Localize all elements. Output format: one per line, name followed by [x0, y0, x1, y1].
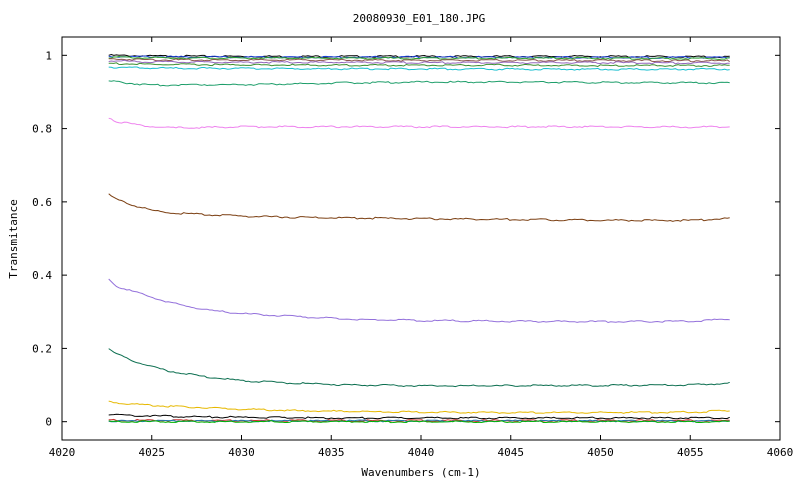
- y-tick-label: 0.4: [32, 269, 52, 282]
- y-tick-label: 0.6: [32, 196, 52, 209]
- series-line: [108, 59, 730, 65]
- series-line: [108, 278, 730, 324]
- x-tick-label: 4020: [49, 446, 76, 459]
- x-tick-label: 4060: [767, 446, 794, 459]
- x-tick-label: 4025: [139, 446, 166, 459]
- y-axis: 0 0.2 0.4 0.6 0.8 1: [32, 49, 780, 429]
- y-tick-label: 0: [45, 416, 52, 429]
- transmittance-chart: 20080930_E01_180.JPG 4020 4025 4030 4035 404…: [7, 12, 794, 479]
- x-axis-label: Wavenumbers (cm-1): [361, 466, 480, 479]
- chart-title: 20080930_E01_180.JPG: [353, 12, 485, 25]
- chart-root: 20080930_E01_180.JPG 4020 4025 4030 4035 404…: [0, 0, 800, 480]
- series-line: [108, 413, 730, 420]
- plot-frame: [61, 36, 781, 441]
- series-line: [108, 400, 730, 414]
- series-line: [108, 193, 730, 222]
- y-tick-label: 0.2: [32, 342, 52, 355]
- x-tick-label: 4040: [408, 446, 435, 459]
- series-group: [108, 53, 730, 424]
- y-tick-label: 0.8: [32, 123, 52, 136]
- x-axis: 4020 4025 4030 4035 4040 4045 4050 4055 4060: [49, 37, 794, 459]
- x-tick-label: 4035: [318, 446, 345, 459]
- series-line: [108, 348, 730, 388]
- x-tick-label: 4045: [498, 446, 525, 459]
- x-tick-label: 4030: [228, 446, 255, 459]
- x-tick-label: 4055: [677, 446, 704, 459]
- series-line: [108, 117, 730, 129]
- y-tick-label: 1: [45, 49, 52, 62]
- x-tick-label: 4050: [587, 446, 614, 459]
- series-line: [108, 420, 730, 424]
- y-axis-label: Transmitance: [7, 199, 20, 278]
- series-line: [108, 80, 730, 87]
- series-line: [108, 66, 730, 71]
